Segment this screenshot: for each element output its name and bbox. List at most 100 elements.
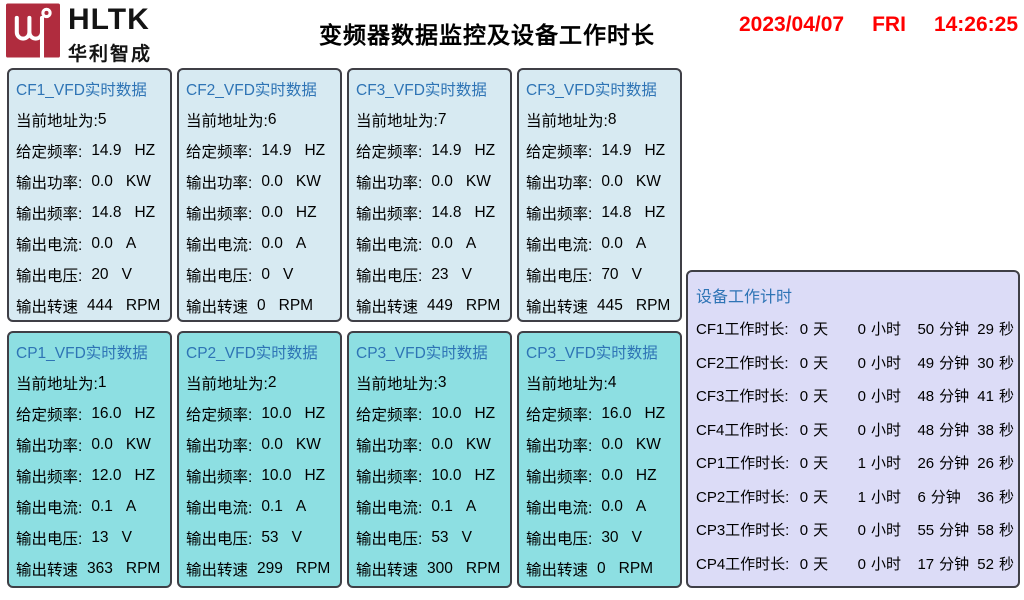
row-unit: RPM [466,297,500,315]
row-label: 输出转速 [186,558,248,580]
row-label: 输出转速 [526,295,588,317]
row-value: 14.8 [431,204,461,222]
out-speed-row: 输出转速445RPM [526,290,673,321]
row-label: 输出频率: [526,465,592,487]
days-unit: 天 [813,355,828,372]
row-label: 输出电压: [16,527,82,549]
row-unit: HZ [304,467,325,485]
timer-row-cp4: CP4工作时长:0天0小时17分钟52秒 [696,547,1014,581]
days-unit: 天 [813,388,828,405]
row-unit: V [292,529,302,547]
row-unit: A [636,235,646,253]
hours-segment: 0小时 [858,318,918,339]
row-label: 输出功率: [16,171,82,193]
address-row: 当前地址为:5 [16,104,163,135]
panel-title: CF1_VFD实时数据 [16,74,163,104]
row-unit: HZ [134,467,155,485]
row-value: 0.0 [261,235,283,253]
row-unit: HZ [636,467,657,485]
out-voltage-row: 输出电压:20V [16,259,163,290]
row-label: 输出转速 [16,558,78,580]
seconds-segment: 30 秒 [977,352,1014,373]
panel-title: CP1_VFD实时数据 [16,337,163,367]
datetime-display: 2023/04/07FRI14:26:25 [739,13,1018,37]
row-unit: KW [636,173,661,191]
address-label: 当前地址为: [16,372,98,394]
row-value: 23 [431,266,448,284]
address-label: 当前地址为: [526,109,608,131]
hours-value: 1 [858,489,866,506]
out-voltage-row: 输出电压:0V [186,259,333,290]
hours-unit: 小时 [871,321,901,338]
row-value: 70 [601,266,618,284]
seconds-unit: 秒 [999,355,1014,372]
days-unit: 天 [813,489,828,506]
seconds-value: 36 [977,489,994,506]
days-value: 0 [800,355,808,372]
days-unit: 天 [813,455,828,472]
out-voltage-row: 输出电压:13V [16,522,163,553]
row-label: 输出功率: [526,171,592,193]
row-label: 输出功率: [526,434,592,456]
row-label: 输出电压: [16,264,82,286]
row-value: 0.1 [431,498,453,516]
date-text: 2023/04/07 [739,13,844,36]
row-unit: V [122,529,132,547]
minutes-segment: 49分钟 [917,352,977,373]
vfd-panel-cf3: CF3_VFD实时数据 当前地址为:7 给定频率:14.9HZ 输出功率:0.0… [347,68,512,322]
row-value: 0.0 [601,498,623,516]
seconds-value: 26 [977,455,994,472]
brand-block: HLTK 华利智成 [68,5,152,66]
seconds-segment: 41秒 [977,385,1014,406]
out-freq-row: 输出频率:10.0HZ [186,460,333,491]
days-unit: 天 [813,556,828,573]
minutes-unit: 分钟 [939,422,969,439]
days-segment: 0天 [800,352,858,373]
row-value: 0.0 [601,436,623,454]
minutes-unit: 分钟 [939,355,969,372]
seconds-value: 38 [977,422,994,439]
hours-segment: 0小时 [858,419,918,440]
row-value: 0.0 [91,173,113,191]
row-label: 输出功率: [16,434,82,456]
row-value: 0 [597,560,606,578]
row-value: 444 [87,297,113,315]
out-voltage-row: 输出电压:30V [526,522,673,553]
seconds-value: 30 [977,355,994,372]
hours-unit: 小时 [871,422,901,439]
set-freq-row: 给定频率:14.9HZ [356,135,503,166]
row-label: 输出转速 [356,295,418,317]
vfd-panel-cf2: CF2_VFD实时数据 当前地址为:6 给定频率:14.9HZ 输出功率:0.0… [177,68,342,322]
row-unit: A [126,235,136,253]
row-label: 给定频率: [186,140,252,162]
row-label: 给定频率: [526,403,592,425]
out-power-row: 输出功率:0.0KW [356,429,503,460]
row-value: 449 [427,297,453,315]
seconds-unit: 秒 [999,321,1014,338]
address-value: 8 [608,111,617,129]
row-unit: KW [126,436,151,454]
out-power-row: 输出功率:0.0KW [526,429,673,460]
address-row: 当前地址为:4 [526,367,673,398]
minutes-unit: 分钟 [931,489,961,506]
out-power-row: 输出功率:0.0KW [526,166,673,197]
hours-value: 0 [858,522,866,539]
minutes-unit: 分钟 [939,388,969,405]
hours-segment: 1小时 [858,452,918,473]
out-power-row: 输出功率:0.0KW [186,166,333,197]
row-unit: HZ [474,405,495,423]
out-freq-row: 输出频率:10.0HZ [356,460,503,491]
days-segment: 0天 [800,385,858,406]
row-value: 14.9 [601,142,631,160]
hours-segment: 0小时 [858,352,918,373]
row-unit: KW [466,173,491,191]
seconds-segment: 26秒 [977,452,1014,473]
row-value: 14.8 [601,204,631,222]
seconds-value: 29 [977,321,994,338]
seconds-value: 41 [977,388,994,405]
timer-label: CF4工作时长: [696,419,800,440]
hours-value: 0 [858,556,866,573]
row-label: 输出电流: [186,496,252,518]
row-unit: HZ [644,142,665,160]
device-work-timer-panel: 设备工作计时 CF1工作时长:0天0小时50分钟29秒 CF2工作时长:0天0小… [686,270,1020,588]
